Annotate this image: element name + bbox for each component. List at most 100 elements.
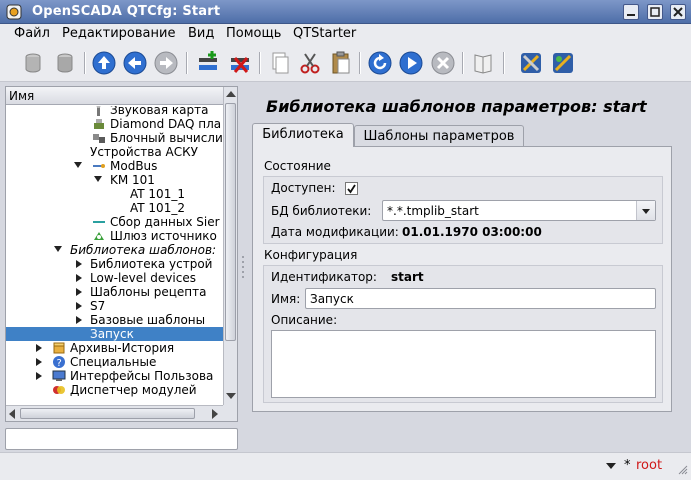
- tree-item-diamond-daq[interactable]: Diamond DAQ пла: [6, 117, 223, 131]
- vertical-scroll-thumb[interactable]: [225, 103, 236, 341]
- name-input[interactable]: Запуск: [305, 288, 656, 309]
- add-item-button[interactable]: [195, 50, 221, 76]
- tree-item-recipe-templates[interactable]: Шаблоны рецепта: [6, 285, 223, 299]
- expand-arrow-icon[interactable]: [36, 344, 42, 352]
- tree-item-block-calc[interactable]: Блочный вычисли: [6, 131, 223, 145]
- enabled-checkbox[interactable]: [345, 182, 358, 195]
- cut-button[interactable]: [297, 50, 323, 76]
- forward-button[interactable]: [153, 50, 179, 76]
- expand-arrow-icon[interactable]: [36, 358, 42, 366]
- expand-arrow-icon[interactable]: [76, 316, 82, 324]
- start-button[interactable]: [398, 50, 424, 76]
- modified-value: 01.01.1970 03:00:00: [402, 225, 542, 239]
- close-button[interactable]: [670, 4, 686, 20]
- uivision-button[interactable]: [550, 50, 576, 76]
- scroll-right-icon[interactable]: [212, 409, 218, 419]
- resize-grip-icon[interactable]: [678, 465, 688, 475]
- tree-horizontal-scrollbar[interactable]: [6, 405, 223, 421]
- tree-item-user-interfaces[interactable]: Интерфейсы Пользова: [6, 369, 223, 383]
- status-menu-arrow-icon[interactable]: [606, 463, 616, 469]
- siemens-icon: [93, 221, 105, 223]
- page-title: Библиотека шаблонов параметров: start: [266, 97, 647, 116]
- delete-item-icon: [231, 57, 249, 73]
- tree-item-km101[interactable]: KM 101: [6, 173, 223, 187]
- tab-library[interactable]: Библиотека: [252, 123, 354, 147]
- play-icon: [399, 51, 423, 75]
- paste-icon: [332, 51, 350, 74]
- paste-button[interactable]: [328, 50, 354, 76]
- tree-item-siemens[interactable]: Сбор данных Sier: [6, 215, 223, 229]
- tree-item-base-templates[interactable]: Базовые шаблоны: [6, 313, 223, 327]
- delete-item-button[interactable]: [227, 50, 253, 76]
- tree-item-low-level-devices[interactable]: Low-level devices: [6, 271, 223, 285]
- db-select[interactable]: *.*.tmplib_start: [382, 200, 656, 221]
- collapse-arrow-icon[interactable]: [54, 246, 62, 252]
- refresh-icon: [368, 51, 392, 75]
- tree-item-start[interactable]: Запуск: [6, 327, 223, 341]
- arrow-right-icon: [154, 51, 178, 75]
- scroll-down-icon[interactable]: [226, 393, 236, 399]
- horizontal-scroll-thumb[interactable]: [20, 408, 195, 419]
- back-button[interactable]: [122, 50, 148, 76]
- config-tools-icon: [521, 53, 541, 73]
- tree-item-special[interactable]: ? Специальные: [6, 355, 223, 369]
- up-button[interactable]: [91, 50, 117, 76]
- copy-button[interactable]: [267, 50, 293, 76]
- chevron-down-icon: [642, 209, 650, 214]
- pane-splitter[interactable]: [240, 86, 246, 450]
- state-group-title: Состояние: [264, 159, 331, 173]
- db-save-button[interactable]: [52, 50, 78, 76]
- tree-item-archives[interactable]: Архивы-История: [6, 341, 223, 355]
- vision-tools-icon: [553, 53, 573, 73]
- menu-file[interactable]: Файл: [14, 26, 50, 41]
- maximize-button[interactable]: [647, 4, 663, 20]
- collapse-arrow-icon[interactable]: [74, 162, 82, 168]
- refresh-button[interactable]: [367, 50, 393, 76]
- scroll-left-icon[interactable]: [9, 409, 15, 419]
- scroll-up-icon[interactable]: [226, 91, 236, 97]
- db-select-dropdown-button[interactable]: [636, 201, 655, 220]
- toolbar-separator: [503, 52, 505, 74]
- tree-item-at101-2[interactable]: AT 101_2: [6, 201, 223, 215]
- scissors-icon: [300, 53, 320, 74]
- tree-item-asku-devices[interactable]: Устройства АСКУ: [6, 145, 223, 159]
- tree-vertical-scrollbar[interactable]: [223, 87, 237, 405]
- modified-label: Дата модификации:: [271, 225, 399, 239]
- tree-item-modbus[interactable]: ModBus: [6, 159, 223, 173]
- tree-item-gateway[interactable]: Шлюз источнико: [6, 229, 223, 243]
- qtcfg-button[interactable]: [518, 50, 544, 76]
- expand-arrow-icon[interactable]: [76, 260, 82, 268]
- expand-arrow-icon[interactable]: [76, 302, 82, 310]
- tree-item-device-library[interactable]: Библиотека устрой: [6, 257, 223, 271]
- tree-filter-input[interactable]: [5, 428, 238, 450]
- maximize-icon: [650, 7, 660, 17]
- menu-qtstarter[interactable]: QTStarter: [293, 26, 356, 41]
- description-textarea[interactable]: [271, 330, 656, 398]
- daq-board-icon: [94, 119, 104, 129]
- tree-item-at101-1[interactable]: AT 101_1: [6, 187, 223, 201]
- menu-help[interactable]: Помощь: [226, 26, 281, 41]
- minimize-button[interactable]: [623, 4, 639, 20]
- current-user[interactable]: root: [636, 458, 662, 473]
- expand-arrow-icon[interactable]: [36, 372, 42, 380]
- db-label: БД библиотеки:: [271, 204, 372, 218]
- tab-parameter-templates[interactable]: Шаблоны параметров: [354, 125, 524, 147]
- status-bar: * root: [0, 452, 691, 480]
- db-select-value: *.*.tmplib_start: [387, 204, 479, 218]
- tree-item-template-library[interactable]: Библиотека шаблонов:: [6, 243, 223, 257]
- tree-item-s7[interactable]: S7: [6, 299, 223, 313]
- expand-arrow-icon[interactable]: [76, 274, 82, 282]
- menu-edit[interactable]: Редактирование: [62, 26, 175, 41]
- db-load-button[interactable]: [20, 50, 46, 76]
- menu-view[interactable]: Вид: [188, 26, 214, 41]
- collapse-arrow-icon[interactable]: [94, 176, 102, 182]
- stop-button[interactable]: [430, 50, 456, 76]
- modified-indicator: *: [624, 458, 631, 473]
- tree-body: Звуковая карта Diamond DAQ пла Блочный в…: [6, 106, 223, 405]
- tree-header-name[interactable]: Имя: [6, 87, 223, 105]
- manual-button[interactable]: [470, 50, 496, 76]
- tree-item-sound-card[interactable]: Звуковая карта: [6, 106, 223, 117]
- navigation-tree: Имя Звуковая карта Diamond DAQ пла Блочн…: [5, 86, 238, 422]
- tree-item-module-manager[interactable]: Диспетчер модулей: [6, 383, 223, 397]
- expand-arrow-icon[interactable]: [76, 288, 82, 296]
